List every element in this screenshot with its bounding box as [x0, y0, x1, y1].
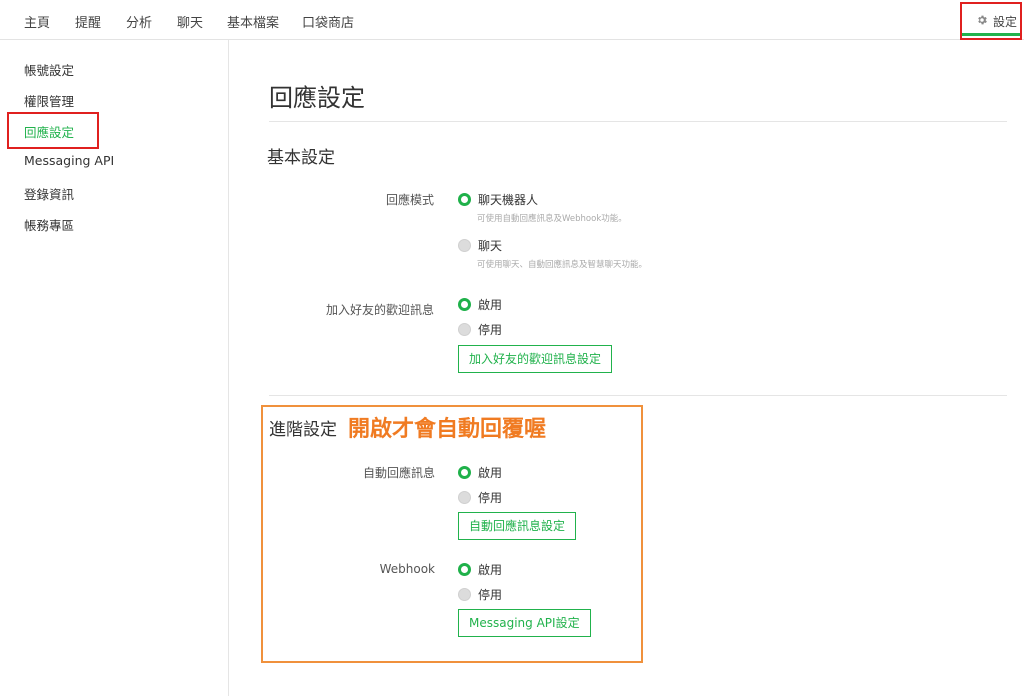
section-title-advanced: 進階設定	[269, 420, 337, 440]
nav-item-store[interactable]: 口袋商店	[302, 12, 354, 31]
main-content: 回應設定 基本設定 回應模式 聊天機器人 可使用自動回應訊息及Webhook功能…	[229, 40, 1024, 696]
radio-chatbot[interactable]: 聊天機器人	[458, 191, 538, 208]
radio-webhook-disable[interactable]: 停用	[458, 586, 502, 603]
section-title-basic: 基本設定	[267, 148, 335, 168]
sidebar-item-login-info[interactable]: 登錄資訊	[24, 184, 74, 203]
nav-item-chat[interactable]: 聊天	[177, 12, 203, 31]
nav-item-profile[interactable]: 基本檔案	[227, 12, 279, 31]
webhook-label: Webhook	[379, 562, 435, 576]
gear-icon	[978, 15, 987, 25]
highlight-box-sidebar	[7, 112, 99, 149]
hint-chatbot: 可使用自動回應訊息及Webhook功能。	[477, 214, 627, 224]
auto-reply-settings-button[interactable]: 自動回應訊息設定	[458, 512, 577, 540]
radio-unselected-icon	[458, 239, 471, 252]
welcome-message-settings-button[interactable]: 加入好友的歡迎訊息設定	[458, 345, 613, 373]
hint-chat: 可使用聊天、自動回應訊息及智慧聊天功能。	[477, 260, 648, 270]
radio-selected-icon	[458, 298, 471, 311]
sidebar-item-account[interactable]: 帳號設定	[24, 60, 74, 79]
sidebar-item-messaging-api[interactable]: Messaging API	[24, 153, 114, 168]
divider	[269, 395, 1007, 396]
top-nav: 主頁 提醒 分析 聊天 基本檔案 口袋商店 設定	[0, 0, 1024, 40]
sidebar-item-permissions[interactable]: 權限管理	[24, 91, 74, 110]
radio-selected-icon	[458, 466, 471, 479]
radio-selected-icon	[458, 193, 471, 206]
radio-webhook-enable[interactable]: 啟用	[458, 561, 502, 578]
page-title: 回應設定	[269, 84, 365, 112]
active-tab-underline	[962, 33, 1020, 36]
radio-selected-icon	[458, 563, 471, 576]
divider	[269, 121, 1007, 122]
radio-auto-reply-enable[interactable]: 啟用	[458, 464, 502, 481]
settings-tab-label: 設定	[993, 15, 1018, 29]
nav-item-analytics[interactable]: 分析	[126, 12, 152, 31]
radio-welcome-disable[interactable]: 停用	[458, 321, 502, 338]
radio-welcome-enable[interactable]: 啟用	[458, 296, 502, 313]
messaging-api-settings-button[interactable]: Messaging API設定	[458, 609, 591, 637]
radio-unselected-icon	[458, 323, 471, 336]
radio-unselected-icon	[458, 588, 471, 601]
nav-item-reminders[interactable]: 提醒	[75, 12, 101, 31]
radio-auto-reply-disable[interactable]: 停用	[458, 489, 502, 506]
radio-chat[interactable]: 聊天	[458, 237, 502, 254]
radio-unselected-icon	[458, 491, 471, 504]
nav-item-settings[interactable]: 設定	[960, 2, 1022, 40]
annotation-text: 開啟才會自動回覆喔	[348, 417, 547, 442]
response-mode-label: 回應模式	[385, 193, 434, 207]
auto-reply-label: 自動回應訊息	[362, 466, 435, 480]
sidebar-item-billing[interactable]: 帳務專區	[24, 215, 74, 234]
welcome-message-label: 加入好友的歡迎訊息	[325, 303, 434, 317]
nav-item-home[interactable]: 主頁	[24, 12, 50, 31]
